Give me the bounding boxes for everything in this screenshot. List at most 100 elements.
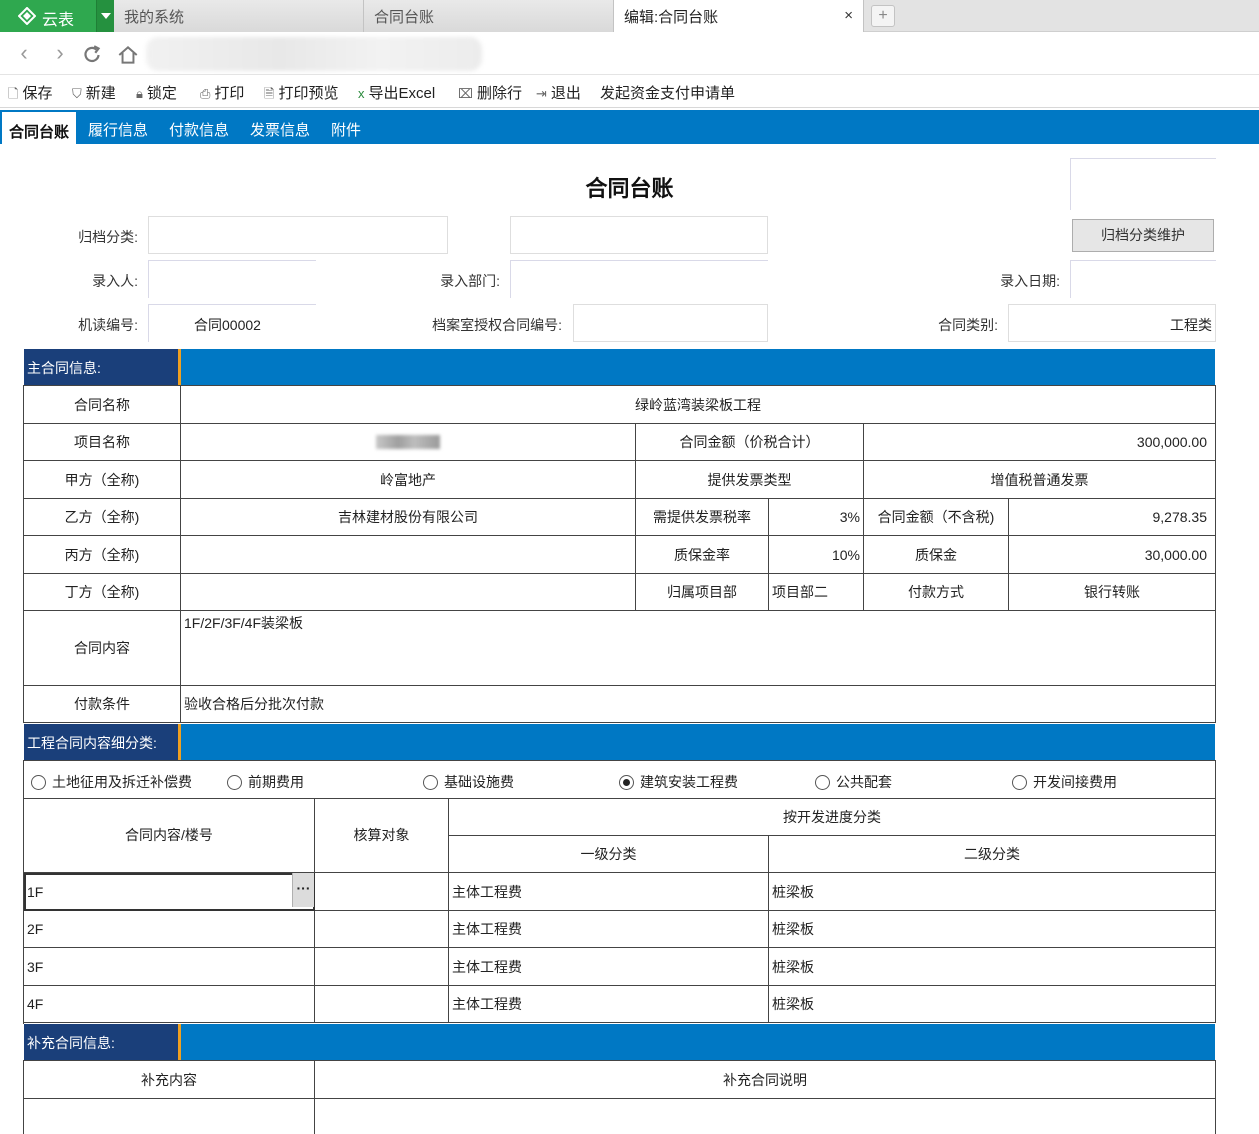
contract-content-label: 合同内容 xyxy=(24,611,181,686)
delete-row-button[interactable]: ⌧ 删除行 xyxy=(458,82,522,103)
party-a-value[interactable]: 岭富地产 xyxy=(181,461,636,499)
radio-circle-icon xyxy=(423,775,438,790)
print-preview-button[interactable]: 🗎 打印预览 xyxy=(264,82,338,107)
amount-incl-tax-value[interactable]: 300,000.00 xyxy=(864,424,1216,461)
table-row-level2-cell[interactable]: 桩梁板 xyxy=(769,948,1216,986)
tax-rate-label: 需提供发票税率 xyxy=(636,499,769,536)
invoice-type-value[interactable]: 增值税普通发票 xyxy=(864,461,1216,499)
contract-name-value[interactable]: 绿岭蓝湾装梁板工程 xyxy=(181,386,1216,424)
contract-type-select[interactable]: 工程类 xyxy=(1008,304,1216,342)
project-dept-value[interactable]: 项目部二 xyxy=(769,574,864,611)
archive-category-label: 归档分类: xyxy=(78,229,138,245)
party-a-label: 甲方（全称) xyxy=(24,461,181,499)
new-shield-icon: ⛉ xyxy=(72,86,82,101)
redacted-project-name xyxy=(376,435,440,449)
close-tab-icon[interactable]: × xyxy=(844,7,853,24)
radio-indirect-costs[interactable]: 开发间接费用 xyxy=(1012,772,1117,792)
col-header-target: 核算对象 xyxy=(315,798,449,873)
table-row-level2-cell[interactable]: 桩梁板 xyxy=(769,873,1216,911)
archive-category-maintain-button[interactable]: 归档分类维护 xyxy=(1072,219,1214,252)
party-d-value[interactable] xyxy=(181,574,636,611)
col-header-supp-desc: 补充合同说明 xyxy=(315,1061,1216,1099)
app-brand-name: 云表 xyxy=(42,12,75,29)
refresh-icon[interactable] xyxy=(80,43,104,67)
print-preview-icon: 🗎 xyxy=(264,86,275,101)
brand-dropdown-button[interactable] xyxy=(96,0,114,32)
radio-checked-icon xyxy=(619,775,634,790)
tax-rate-value[interactable]: 3% xyxy=(769,499,864,536)
table-row-level1-cell[interactable]: 主体工程费 xyxy=(449,873,769,911)
tab-attachments[interactable]: 附件 xyxy=(331,110,361,144)
home-icon[interactable] xyxy=(116,43,140,67)
party-b-value[interactable]: 吉林建材股份有限公司 xyxy=(181,499,636,536)
amount-excl-tax-value[interactable]: 9,278.35 xyxy=(1009,499,1216,536)
table-row-level1-cell[interactable]: 主体工程费 xyxy=(449,911,769,948)
table-row-content-cell[interactable]: 4F xyxy=(24,986,315,1023)
payment-request-button[interactable]: 发起资金支付申请单 xyxy=(600,82,735,103)
entered-by-field xyxy=(148,260,316,298)
lock-button[interactable]: 🔒︎ 锁定 xyxy=(136,82,177,103)
retention-value[interactable]: 30,000.00 xyxy=(1009,536,1216,574)
retention-label: 质保金 xyxy=(864,536,1009,574)
archive-category-input[interactable] xyxy=(148,216,448,254)
radio-infrastructure[interactable]: 基础设施费 xyxy=(423,772,514,792)
supp-row-desc-cell[interactable] xyxy=(315,1099,1216,1134)
col-header-supp-content: 补充内容 xyxy=(24,1061,315,1099)
payment-terms-value[interactable]: 验收合格后分批次付款 xyxy=(181,686,1216,723)
delete-row-icon: ⌧ xyxy=(458,86,473,101)
back-arrow-icon[interactable]: ‹ xyxy=(12,42,36,66)
contract-content-value[interactable]: 1F/2F/3F/4F装梁板 xyxy=(181,611,1216,686)
exit-icon: ⇥ xyxy=(536,86,547,101)
radio-preliminary-costs[interactable]: 前期费用 xyxy=(227,772,304,792)
address-field-blurred[interactable] xyxy=(146,37,482,71)
table-row-level1-cell[interactable]: 主体工程费 xyxy=(449,986,769,1023)
corner-blank-field xyxy=(1070,158,1216,210)
ellipsis-picker-button[interactable]: ··· xyxy=(292,873,314,907)
contract-type-label: 合同类别: xyxy=(938,317,998,333)
table-row-target-cell[interactable] xyxy=(315,948,449,986)
table-row-target-cell[interactable] xyxy=(315,986,449,1023)
table-row-target-cell[interactable] xyxy=(315,873,449,911)
tab-payment-info[interactable]: 付款信息 xyxy=(169,110,229,144)
tab-label: 合同台账 xyxy=(374,9,435,26)
section-label: 主合同信息: xyxy=(24,349,181,385)
caret-down-icon xyxy=(101,13,111,19)
payment-method-value[interactable]: 银行转账 xyxy=(1009,574,1216,611)
tab-performance-info[interactable]: 履行信息 xyxy=(88,110,148,144)
new-button[interactable]: ⛉ 新建 xyxy=(72,82,116,103)
project-name-value[interactable] xyxy=(181,424,636,461)
save-button[interactable]: 🗋 保存 xyxy=(8,82,52,107)
table-row-content-cell[interactable]: 2F xyxy=(24,911,315,948)
tab-contract-ledger[interactable]: 合同台账 xyxy=(364,0,614,32)
table-row-content-cell[interactable]: 1F ··· xyxy=(24,873,315,911)
exit-button[interactable]: ⇥ 退出 xyxy=(536,82,581,103)
party-c-value[interactable] xyxy=(181,536,636,574)
print-button[interactable]: ⎙ 打印 xyxy=(200,82,244,103)
tab-my-system[interactable]: 我的系统 xyxy=(114,0,364,32)
forward-arrow-icon[interactable]: › xyxy=(48,42,72,66)
table-row-level1-cell[interactable]: 主体工程费 xyxy=(449,948,769,986)
table-row-target-cell[interactable] xyxy=(315,911,449,948)
radio-public-facilities[interactable]: 公共配套 xyxy=(815,772,892,792)
main-contract-section-header: 主合同信息: xyxy=(24,349,1215,385)
retention-rate-value[interactable]: 10% xyxy=(769,536,864,574)
archive-auth-no-input[interactable] xyxy=(573,304,768,342)
main-contract-table: 合同名称 绿岭蓝湾装梁板工程 项目名称 合同金额（价税合计） 300,000.0… xyxy=(23,385,1216,723)
radio-land-compensation[interactable]: 土地征用及拆迁补偿费 xyxy=(31,772,192,792)
app-brand[interactable]: 云表 xyxy=(0,0,114,32)
export-excel-button[interactable]: x 导出Excel xyxy=(358,82,435,103)
tab-contract-ledger-form[interactable]: 合同台账 xyxy=(2,110,77,144)
new-tab-button[interactable]: + xyxy=(871,5,895,27)
radio-circle-icon xyxy=(1012,775,1027,790)
entry-dept-label: 录入部门: xyxy=(440,273,500,289)
tab-edit-contract-ledger[interactable]: 编辑:合同台账 × xyxy=(614,0,864,32)
entry-dept-field xyxy=(510,260,768,298)
tab-invoice-info[interactable]: 发票信息 xyxy=(250,110,310,144)
table-row-level2-cell[interactable]: 桩梁板 xyxy=(769,911,1216,948)
radio-construction-install[interactable]: 建筑安装工程费 xyxy=(619,772,738,792)
supp-row-content-cell[interactable] xyxy=(24,1099,315,1134)
contract-name-label: 合同名称 xyxy=(24,386,181,424)
table-row-content-cell[interactable]: 3F xyxy=(24,948,315,986)
table-row-level2-cell[interactable]: 桩梁板 xyxy=(769,986,1216,1023)
archive-category-input-2[interactable] xyxy=(510,216,768,254)
